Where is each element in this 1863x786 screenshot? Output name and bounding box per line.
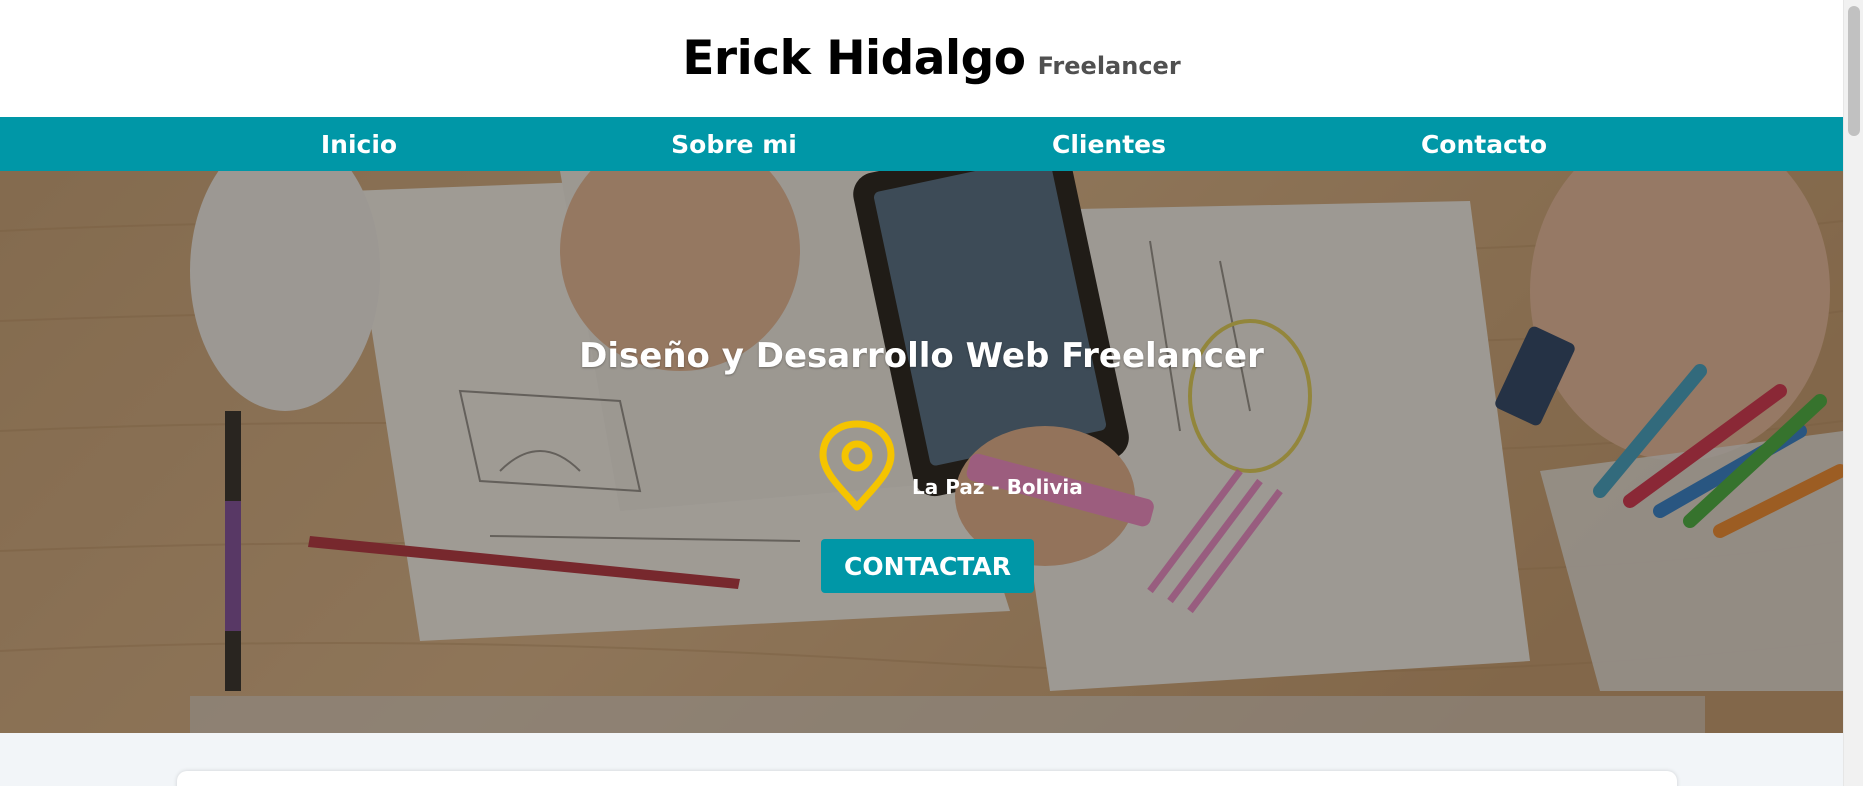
hero-section: Diseño y Desarrollo Web Freelancer La Pa… <box>0 171 1843 733</box>
nav-link-contacto[interactable]: Contacto <box>1297 130 1672 159</box>
brand[interactable]: Erick Hidalgo Freelancer <box>682 31 1180 86</box>
page: Erick Hidalgo Freelancer Inicio Sobre mi… <box>0 0 1863 786</box>
map-pin-icon <box>819 420 895 511</box>
hero-content: Diseño y Desarrollo Web Freelancer La Pa… <box>0 171 1843 733</box>
nav-link-sobre-mi[interactable]: Sobre mi <box>547 130 922 159</box>
vertical-scrollbar[interactable] <box>1843 0 1863 786</box>
brand-tagline: Freelancer <box>1037 52 1181 80</box>
scrollbar-thumb[interactable] <box>1848 6 1860 136</box>
location-text: La Paz - Bolivia <box>912 475 1083 499</box>
site-header: Erick Hidalgo Freelancer <box>0 0 1843 117</box>
hero-title: Diseño y Desarrollo Web Freelancer <box>579 336 1264 376</box>
content-card <box>177 771 1677 786</box>
location: La Paz - Bolivia <box>814 419 1083 513</box>
nav-link-inicio[interactable]: Inicio <box>172 130 547 159</box>
about-section <box>0 733 1843 786</box>
contact-button[interactable]: CONTACTAR <box>821 539 1034 593</box>
nav-link-clientes[interactable]: Clientes <box>922 130 1297 159</box>
main-nav: Inicio Sobre mi Clientes Contacto <box>0 117 1843 171</box>
brand-name: Erick Hidalgo <box>682 31 1026 86</box>
